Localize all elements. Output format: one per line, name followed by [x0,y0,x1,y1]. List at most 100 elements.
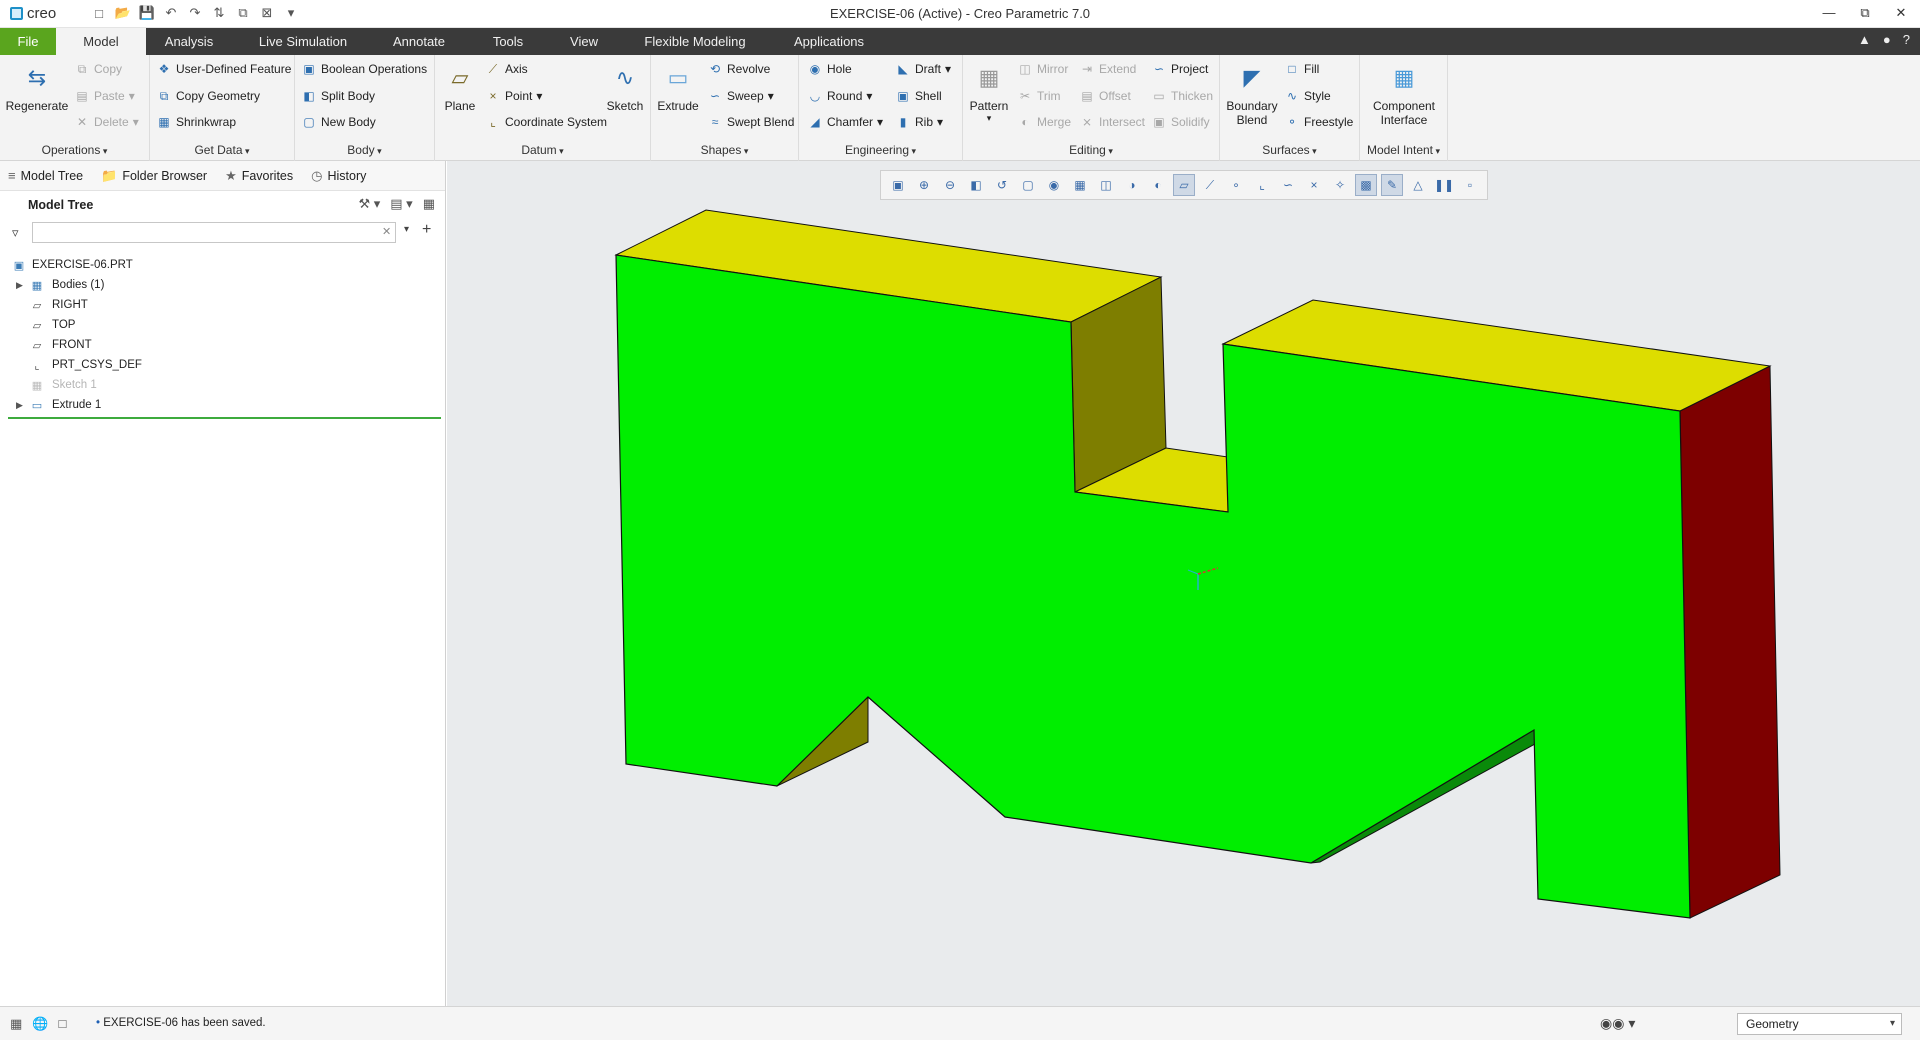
browser-toggle-icon[interactable]: 🌐 [32,1016,48,1032]
project-button[interactable]: ∽ Project [1151,61,1208,77]
regenerate-qat-icon[interactable]: ⇅ [210,4,228,22]
insert-here-indicator[interactable] [8,417,441,419]
fill-button[interactable]: □ Fill [1284,61,1319,77]
user-icon[interactable]: ● [1883,32,1891,47]
pause-icon[interactable]: ❚❚ [1433,174,1455,196]
plane-button[interactable]: ▱ Plane [439,61,481,113]
close-window-icon[interactable]: ⊠ [258,4,276,22]
annotation-display-icon[interactable]: × [1303,174,1325,196]
swept-blend-button[interactable]: ≈ Swept Blend [707,114,795,130]
datum-group-label[interactable]: Datum [435,143,650,157]
tab-view[interactable]: View [554,28,614,55]
pattern-button[interactable]: ▦ Pattern ▾ [967,61,1011,124]
tree-columns-icon[interactable]: ▦ [423,196,435,212]
warning-icon[interactable]: △ [1407,174,1429,196]
open-folder-icon[interactable]: 📂 [114,4,132,22]
saved-orientations-icon[interactable]: ▢ [1017,174,1039,196]
clear-search-icon[interactable]: ✕ [382,225,391,238]
filter-funnel-icon[interactable]: ▿ [12,225,19,241]
windows-icon[interactable]: ⧉ [234,4,252,22]
trim-button[interactable]: ✂ Trim [1017,88,1061,104]
reorient-icon[interactable]: ↺ [991,174,1013,196]
find-binoculars-icon[interactable]: ◉◉ ▾ [1600,1015,1635,1032]
body-group-label[interactable]: Body [295,143,434,157]
tab-folder-browser[interactable]: 📁 Folder Browser [101,168,207,184]
tree-item-part[interactable]: ▣ EXERCISE-06.PRT [0,255,445,275]
engineering-group-label[interactable]: Engineering [799,143,962,157]
tab-model-tree[interactable]: ≡ Model Tree [8,168,83,183]
search-dropdown-icon[interactable]: ▾ [404,224,409,235]
datum-display-icon[interactable]: ∽ [1277,174,1299,196]
tree-item-right[interactable]: ▱ RIGHT [0,295,445,315]
get-data-group-label[interactable]: Get Data [150,143,294,157]
view-manager-icon[interactable]: ◉ [1043,174,1065,196]
tree-settings-icon[interactable]: ⚒ ▾ [358,196,380,212]
surfaces-group-label[interactable]: Surfaces [1220,143,1359,157]
tab-annotate[interactable]: Annotate [378,28,460,55]
zoom-in-icon[interactable]: ⊕ [913,174,935,196]
point-button[interactable]: × Point ▾ [485,88,542,104]
udf-button[interactable]: ❖ User-Defined Feature [156,61,292,77]
csys-display-icon[interactable]: ⌞ [1251,174,1273,196]
spin-center-icon[interactable]: ✧ [1329,174,1351,196]
display-style-icon[interactable]: ◑ [1121,174,1143,196]
tab-tools[interactable]: Tools [478,28,538,55]
hole-button[interactable]: ◉ Hole [807,61,852,77]
tree-item-sketch[interactable]: ▦ Sketch 1 [0,375,445,395]
round-button[interactable]: ◡ Round ▾ [807,88,873,104]
tree-item-extrude[interactable]: ▶ ▭ Extrude 1 [0,395,445,415]
style-button[interactable]: ∿ Style [1284,88,1331,104]
point-display-icon[interactable]: ∘ [1225,174,1247,196]
minimize-icon[interactable]: — [1818,3,1840,23]
tree-item-front[interactable]: ▱ FRONT [0,335,445,355]
draft-button[interactable]: ◣ Draft ▾ [895,61,951,77]
graphics-window[interactable] [447,161,1920,1006]
tab-analysis[interactable]: Analysis [146,28,232,55]
axis-button[interactable]: ⟋ Axis [485,61,528,77]
revolve-button[interactable]: ⟲ Revolve [707,61,770,77]
customize-qat-icon[interactable]: ▾ [282,4,300,22]
shrinkwrap-button[interactable]: ▦ Shrinkwrap [156,114,236,130]
save-icon[interactable]: 💾 [138,4,156,22]
boolean-operations-button[interactable]: ▣ Boolean Operations [301,61,427,77]
undo-icon[interactable]: ↶ [162,4,180,22]
thicken-button[interactable]: ▭ Thicken [1151,88,1213,104]
new-file-icon[interactable]: □ [90,4,108,22]
solidify-button[interactable]: ▣ Solidify [1151,114,1209,130]
perspective-icon[interactable]: ▦ [1069,174,1091,196]
merge-button[interactable]: ◐ Merge [1017,114,1071,130]
annotation-plane-icon[interactable]: ▫ [1459,174,1481,196]
navigator-toggle-icon[interactable]: ▦ [10,1016,22,1032]
selection-filter-select[interactable]: Geometry ▾ [1737,1013,1902,1035]
tab-file[interactable]: File [0,28,56,55]
operations-group-label[interactable]: Operations [0,143,149,157]
tag-display-icon[interactable]: ▩ [1355,174,1377,196]
restore-icon[interactable]: ⧉ [1854,3,1876,23]
tree-search-input[interactable] [32,222,396,243]
rib-button[interactable]: ▮ Rib ▾ [895,114,943,130]
tab-history[interactable]: ◷ History [311,168,366,184]
copy-geometry-button[interactable]: ⧉ Copy Geometry [156,88,260,104]
axis-display-icon[interactable]: ⟋ [1199,174,1221,196]
plane-display-icon[interactable]: ▱ [1173,174,1195,196]
copy-button[interactable]: ⧉ Copy [74,61,122,77]
appearance-icon[interactable]: ◐ [1147,174,1169,196]
redo-icon[interactable]: ↷ [186,4,204,22]
paste-button[interactable]: ▤ Paste ▾ [74,88,134,104]
regenerate-button[interactable]: ⇆ Regenerate [4,61,70,113]
extrude-button[interactable]: ▭ Extrude [655,61,701,113]
editing-group-label[interactable]: Editing [963,143,1219,157]
tab-applications[interactable]: Applications [780,28,878,55]
new-body-button[interactable]: ▢ New Body [301,114,375,130]
tab-live-simulation[interactable]: Live Simulation [244,28,362,55]
show-icon[interactable]: ▤ ▾ [390,196,412,212]
tab-favorites[interactable]: ★ Favorites [225,168,293,184]
repaint-icon[interactable]: ◧ [965,174,987,196]
boundary-blend-button[interactable]: ◤ Boundary Blend [1224,61,1280,127]
tab-flexible-modeling[interactable]: Flexible Modeling [630,28,760,55]
intersect-button[interactable]: ⨯ Intersect [1079,114,1145,130]
model-right-face[interactable] [1679,365,1781,919]
shell-button[interactable]: ▣ Shell [895,88,941,104]
expand-arrow-icon[interactable]: ▶ [16,400,23,411]
tree-item-bodies[interactable]: ▶ ▦ Bodies (1) [0,275,445,295]
